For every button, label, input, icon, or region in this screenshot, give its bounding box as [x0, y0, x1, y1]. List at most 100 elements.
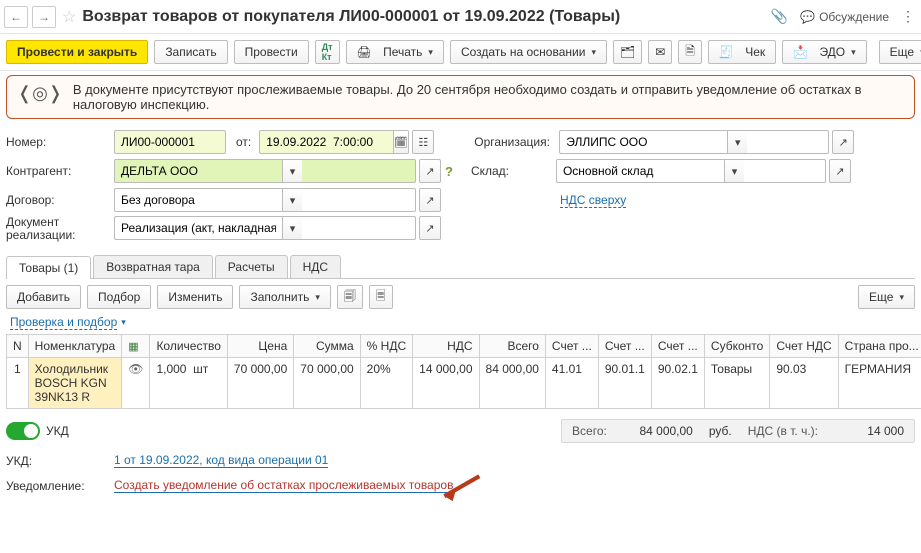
col-subconto[interactable]: Субконто [704, 335, 769, 358]
cell-acc[interactable]: 41.01 [545, 358, 598, 409]
attach-icon[interactable]: 📎 [771, 8, 788, 25]
ukd-link[interactable]: 1 от 19.09.2022, код вида операции 01 [114, 453, 328, 468]
tab-calculations[interactable]: Расчеты [215, 255, 288, 278]
tab-vat[interactable]: НДС [290, 255, 341, 278]
printer-icon: 🖨 [357, 45, 372, 59]
edit-button[interactable]: Изменить [157, 285, 233, 309]
col-acc[interactable]: Счет ... [545, 335, 598, 358]
receipt-button[interactable]: 🧾 Чек [708, 40, 776, 64]
contr-label: Контрагент: [6, 164, 114, 178]
cell-qty[interactable]: 1,000 шт [150, 358, 227, 409]
post-and-close-button[interactable]: Провести и закрыть [6, 40, 148, 64]
counterparty-field[interactable]: ▾ [114, 159, 416, 183]
cell-sum[interactable]: 70 000,00 [294, 358, 360, 409]
total-currency: руб. [709, 424, 732, 438]
number-label: Номер: [6, 135, 114, 149]
cell-trace-icon[interactable]: 👁 [122, 358, 150, 409]
print-button[interactable]: 🖨 Печать▾ [346, 40, 444, 64]
nav-forward-button[interactable]: → [32, 6, 56, 28]
ukd-toggle[interactable] [6, 422, 40, 440]
dog-label: Договор: [6, 193, 114, 207]
tab-goods[interactable]: Товары (1) [6, 256, 91, 279]
nav-back-button[interactable]: ← [4, 6, 28, 28]
favorite-icon[interactable]: ☆ [62, 7, 76, 27]
contr-open-button[interactable]: ↗ [419, 159, 441, 183]
related-docs-button[interactable]: 🗂 [613, 40, 642, 64]
help-icon[interactable]: ? [445, 164, 453, 179]
col-price[interactable]: Цена [227, 335, 293, 358]
date-ext-button[interactable]: ☷ [412, 130, 434, 154]
cell-total[interactable]: 84 000,00 [479, 358, 545, 409]
chevron-down-icon[interactable]: ▾ [282, 217, 302, 239]
cell-subconto[interactable]: Товары [704, 358, 769, 409]
chevron-down-icon[interactable]: ▾ [282, 189, 302, 211]
contract-field[interactable]: ▾ [114, 188, 416, 212]
add-row-button[interactable]: Добавить [6, 285, 81, 309]
discussion-button[interactable]: 💬 Обсуждение [800, 10, 889, 24]
dtkt-icon: ДтКт [322, 42, 333, 62]
col-country[interactable]: Страна про... [838, 335, 921, 358]
org-label: Организация: [474, 135, 559, 149]
fill-button[interactable]: Заполнить▾ [239, 285, 330, 309]
copy-button[interactable]: 🗐 [337, 285, 363, 309]
date-field[interactable]: 🗓 [259, 130, 409, 154]
col-total[interactable]: Всего [479, 335, 545, 358]
chevron-down-icon[interactable]: ▾ [724, 160, 744, 182]
total-label: Всего: [572, 424, 607, 438]
col-vat[interactable]: НДС [413, 335, 479, 358]
col-acc-vat[interactable]: Счет НДС [770, 335, 838, 358]
real-open-button[interactable]: ↗ [419, 216, 441, 240]
email-button[interactable]: ✉ [648, 40, 672, 64]
col-trace[interactable]: ▦ [122, 335, 150, 358]
paste-button[interactable]: 🗏 [369, 285, 393, 309]
cell-price[interactable]: 70 000,00 [227, 358, 293, 409]
pick-button[interactable]: Подбор [87, 285, 151, 309]
main-toolbar: Провести и закрыть Записать Провести ДтК… [0, 34, 921, 71]
realization-label: Документ реализации: [6, 216, 114, 242]
edo-button[interactable]: 📩 ЭДО▾ [782, 40, 867, 64]
cell-acc-vat[interactable]: 90.03 [770, 358, 838, 409]
cell-acc1[interactable]: 90.01.1 [598, 358, 651, 409]
create-based-on-button[interactable]: Создать на основании▾ [450, 40, 607, 64]
create-notification-link[interactable]: Создать уведомление об остатках прослежи… [114, 478, 453, 493]
cell-vat[interactable]: 14 000,00 [413, 358, 479, 409]
sheet-button[interactable]: 🗎 [678, 40, 702, 64]
check-and-pick-link[interactable]: Проверка и подбор [10, 315, 117, 330]
cell-acc2[interactable]: 90.02.1 [651, 358, 704, 409]
cell-country[interactable]: ГЕРМАНИЯ [838, 358, 921, 409]
table-row[interactable]: 1 Холодильник BOSCH KGN 39NK13 R 👁 1,000… [7, 358, 921, 409]
more-menu-icon[interactable]: ⋮ [901, 8, 915, 25]
org-open-button[interactable]: ↗ [832, 130, 854, 154]
goods-more-button[interactable]: Еще▾ [858, 285, 915, 309]
ukd-label: УКД: [6, 454, 114, 468]
col-nomenclature[interactable]: Номенклатура [28, 335, 122, 358]
col-acc2[interactable]: Счет ... [651, 335, 704, 358]
wh-open-button[interactable]: ↗ [829, 159, 851, 183]
page-title: Возврат товаров от покупателя ЛИ00-00000… [82, 8, 620, 26]
chevron-down-icon[interactable]: ▾ [282, 160, 302, 182]
warehouse-field[interactable]: ▾ [556, 159, 826, 183]
notification-label: Уведомление: [6, 479, 114, 493]
save-button[interactable]: Записать [154, 40, 227, 64]
post-button[interactable]: Провести [234, 40, 309, 64]
calendar-icon[interactable]: 🗓 [393, 131, 409, 153]
cell-nomenclature[interactable]: Холодильник BOSCH KGN 39NK13 R [28, 358, 122, 409]
cell-n[interactable]: 1 [7, 358, 29, 409]
vat-total-value: 14 000 [834, 424, 904, 438]
realization-doc-field[interactable]: ▾ [114, 216, 416, 240]
col-sum[interactable]: Сумма [294, 335, 360, 358]
col-qty[interactable]: Количество [150, 335, 227, 358]
col-acc1[interactable]: Счет ... [598, 335, 651, 358]
dtkt-button[interactable]: ДтКт [315, 40, 340, 64]
number-field[interactable] [114, 130, 226, 154]
col-n[interactable]: N [7, 335, 29, 358]
annotation-arrow-icon [436, 472, 486, 512]
col-vat-pct[interactable]: % НДС [360, 335, 412, 358]
chevron-down-icon[interactable]: ▾ [727, 131, 747, 153]
dog-open-button[interactable]: ↗ [419, 188, 441, 212]
vat-mode-link[interactable]: НДС сверху [560, 193, 626, 208]
cell-vat-pct[interactable]: 20% [360, 358, 412, 409]
toolbar-more-button[interactable]: Еще▾ [879, 40, 921, 64]
org-field[interactable]: ▾ [559, 130, 829, 154]
tab-return-container[interactable]: Возвратная тара [93, 255, 213, 278]
